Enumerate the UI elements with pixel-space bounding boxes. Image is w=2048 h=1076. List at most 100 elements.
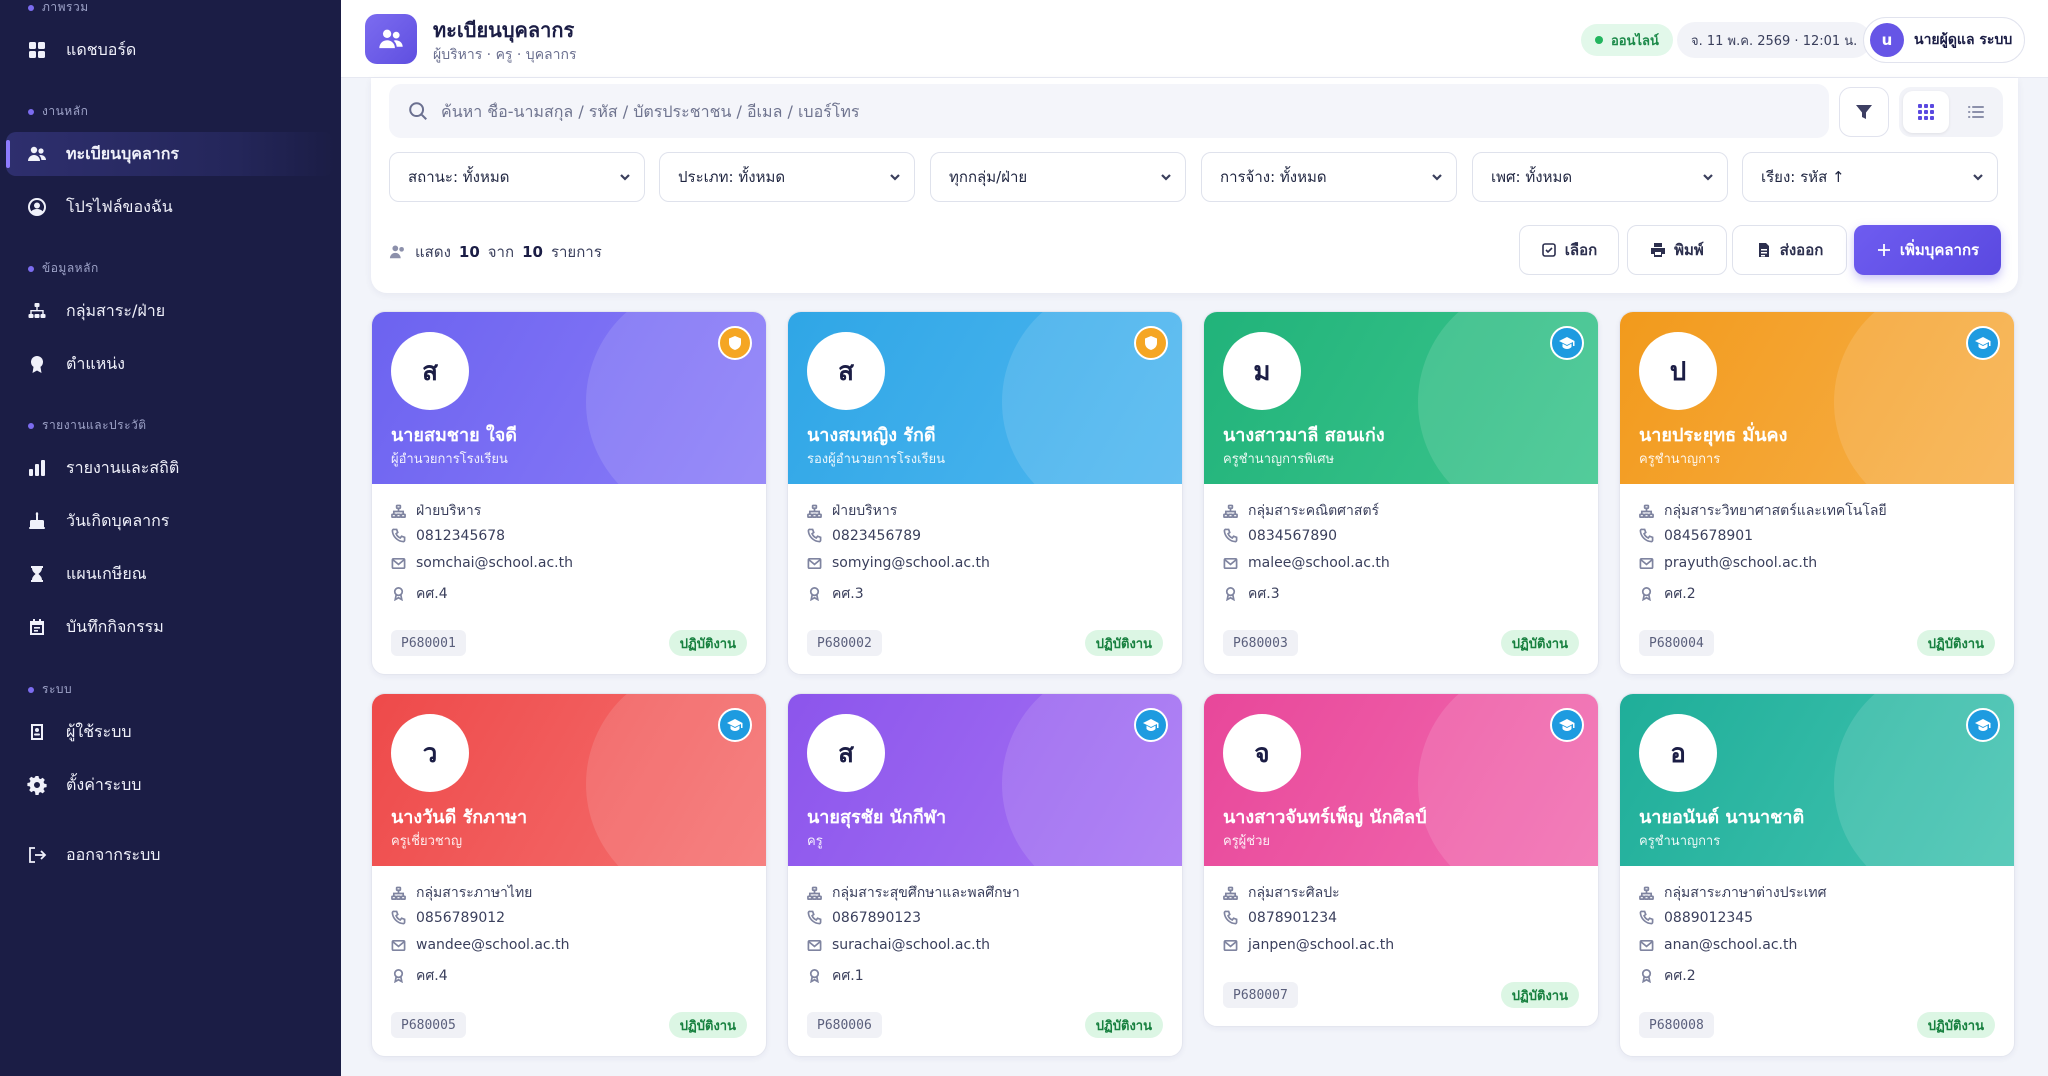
type-select[interactable]: ประเภท: ทั้งหมด <box>659 152 915 202</box>
card-name: นายสุรชัย นักกีฬา <box>807 807 947 828</box>
card-dept-value: กลุ่มสาระคณิตศาสตร์ <box>1248 503 1380 519</box>
status-badge: ปฏิบัติงาน <box>1084 630 1163 656</box>
card-header: สนายสมชาย ใจดี ผู้อำนวยการโรงเรียน <box>372 312 766 484</box>
card-body: กลุ่มสาระสุขศึกษาและพลศึกษา 0867890123 sur… <box>788 866 1182 1056</box>
list-view-button[interactable] <box>1953 91 1999 133</box>
card-email-value: wandee@school.ac.th <box>416 937 570 953</box>
phone-icon <box>1223 528 1238 543</box>
select-mode-button[interactable]: เลือก <box>1519 225 1619 275</box>
chevron-down-icon <box>1703 174 1713 181</box>
print-button[interactable]: พิมพ์ <box>1627 225 1727 275</box>
sidebar-item-activity-log[interactable]: บันทึกกิจกรรม <box>6 605 334 649</box>
card-phone: 0812345678 <box>391 528 505 544</box>
list-icon <box>1968 106 1984 118</box>
result-count: แสดง 10 จาก 10 รายการ <box>389 240 602 264</box>
select-value: ประเภท: ทั้งหมด <box>678 168 786 186</box>
card-email-value: anan@school.ac.th <box>1664 937 1798 953</box>
personnel-card[interactable]: วนางวันดี รักภาษา ครูเชี่ยวชาญ กลุ่มสาระภา… <box>371 693 767 1057</box>
card-code: P680003 <box>1223 630 1298 656</box>
button-label: เพิ่มบุคลากร <box>1899 241 1980 259</box>
filter-button[interactable] <box>1839 87 1889 137</box>
sidebar-item-logout[interactable]: ออกจากระบบ <box>6 833 334 877</box>
graduation-cap-icon <box>1966 708 2000 742</box>
card-dept-value: กลุ่มสาระภาษาต่างประเทศ <box>1664 885 1827 901</box>
select-value: ทุกกลุ่ม/ฝ่าย <box>949 168 1028 186</box>
status-badge: ออนไลน์ <box>1581 24 1673 56</box>
sidebar-item-dashboard[interactable]: แดชบอร์ด <box>6 28 334 72</box>
users-icon <box>389 245 404 259</box>
card-position: ครูผู้ช่วย <box>1223 834 1271 849</box>
status-select[interactable]: สถานะ: ทั้งหมด <box>389 152 645 202</box>
sidebar-item-my-profile[interactable]: โปรไฟล์ของฉัน <box>6 185 334 229</box>
gender-select[interactable]: เพศ: ทั้งหมด <box>1472 152 1728 202</box>
add-personnel-button[interactable]: เพิ่มบุคลากร <box>1854 225 2001 275</box>
personnel-card[interactable]: มนางสาวมาลี สอนเก่ง ครูชำนาญการพิเศษ กลุ่ม… <box>1203 311 1599 675</box>
graduation-cap-icon <box>1550 708 1584 742</box>
sidebar-item-departments[interactable]: กลุ่มสาระ/ฝ่าย <box>6 289 334 333</box>
phone-icon <box>807 910 822 925</box>
sort-select[interactable]: เรียง: รหัส ↑ <box>1742 152 1998 202</box>
phone-icon <box>1639 910 1654 925</box>
sidebar-item-label: โปรไฟล์ของฉัน <box>66 196 173 216</box>
card-phone-value: 0834567890 <box>1248 527 1338 544</box>
sidebar-section-system: ระบบ <box>28 680 72 699</box>
card-name: นายสมชาย ใจดี <box>391 425 517 446</box>
card-phone: 0823456789 <box>807 528 921 544</box>
avatar: ส <box>807 332 885 410</box>
card-email: somchai@school.ac.th <box>391 555 573 571</box>
card-dept: กลุ่มสาระภาษาไทย <box>391 882 532 904</box>
avatar: ว <box>391 714 469 792</box>
personnel-card[interactable]: ปนายประยุทธ มั่นคง ครูชำนาญการ กลุ่มสาระวิ… <box>1619 311 2015 675</box>
personnel-card[interactable]: สนายสุรชัย นักกีฬา ครู กลุ่มสาระสุขศึกษาแล… <box>787 693 1183 1057</box>
grid-view-button[interactable] <box>1903 91 1949 133</box>
online-dot-icon <box>1595 36 1603 44</box>
personnel-card[interactable]: จนางสาวจันทร์เพ็ญ นักศิลป์ ครูผู้ช่วย กลุ่… <box>1203 693 1599 1027</box>
card-position: ครูเชี่ยวชาญ <box>391 834 463 849</box>
card-header: สนางสมหญิง รักดี รองผู้อำนวยการโรงเรียน <box>788 312 1182 484</box>
button-label: พิมพ์ <box>1674 241 1704 259</box>
personnel-card[interactable]: สนางสมหญิง รักดี รองผู้อำนวยการโรงเรียน ฝ่… <box>787 311 1183 675</box>
card-position: ครู <box>807 834 823 849</box>
sidebar-item-users[interactable]: ผู้ใช้ระบบ <box>6 710 334 754</box>
search-input[interactable] <box>441 101 1741 121</box>
sidebar-item-birthdays[interactable]: วันเกิดบุคลากร <box>6 499 334 543</box>
select-value: เรียง: รหัส ↑ <box>1761 168 1845 186</box>
employment-select[interactable]: การจ้าง: ทั้งหมด <box>1201 152 1457 202</box>
card-phone: 0878901234 <box>1223 910 1337 926</box>
card-body: กลุ่มสาระวิทยาศาสตร์และเทคโนโลยี 08456789… <box>1620 484 2014 674</box>
sidebar-item-label: แดชบอร์ด <box>66 39 137 59</box>
card-position: ครูชำนาญการ <box>1639 834 1721 849</box>
card-name: นางสาวจันทร์เพ็ญ นักศิลป์ <box>1223 807 1427 828</box>
card-code: P680007 <box>1223 982 1298 1008</box>
card-email-value: somchai@school.ac.th <box>416 555 573 571</box>
file-export-icon <box>1758 243 1769 257</box>
card-name: นายอนันต์ นานาชาติ <box>1639 807 1805 828</box>
sidebar-section-label: งานหลัก <box>42 104 89 118</box>
card-phone-value: 0812345678 <box>416 527 506 544</box>
card-dept: กลุ่มสาระคณิตศาสตร์ <box>1223 500 1379 522</box>
card-rank-value: คศ.3 <box>1248 585 1280 602</box>
card-rank-value: คศ.2 <box>1664 585 1696 602</box>
sidebar-item-settings[interactable]: ตั้งค่าระบบ <box>6 763 334 807</box>
sidebar-item-reports[interactable]: รายงานและสถิติ <box>6 446 334 490</box>
award-icon <box>26 353 48 375</box>
graduation-cap-icon <box>1134 708 1168 742</box>
export-button[interactable]: ส่งออก <box>1732 225 1847 275</box>
user-menu[interactable]: u นายผู้ดูแล ระบบ <box>1863 17 2025 63</box>
logout-icon <box>26 844 48 866</box>
card-dept: กลุ่มสาระศิลปะ <box>1223 882 1340 904</box>
count-shown: 10 <box>458 243 480 261</box>
department-select[interactable]: ทุกกลุ่ม/ฝ่าย <box>930 152 1186 202</box>
personnel-card[interactable]: อนายอนันต์ นานาชาติ ครูชำนาญการ กลุ่มสาระภ… <box>1619 693 2015 1057</box>
sidebar-item-positions[interactable]: ตำแหน่ง <box>6 342 334 386</box>
card-body: ฝ่ายบริหาร 0812345678 somchai@school.ac.th… <box>372 484 766 674</box>
chevron-down-icon <box>1432 174 1442 181</box>
sidebar-item-personnel[interactable]: ทะเบียนบุคลากร <box>6 132 334 176</box>
personnel-card[interactable]: สนายสมชาย ใจดี ผู้อำนวยการโรงเรียน ฝ่ายบริ… <box>371 311 767 675</box>
sidebar-section-main: งานหลัก <box>28 102 88 121</box>
sitemap-icon <box>1223 886 1238 901</box>
sidebar-item-retirement[interactable]: แผนเกษียณ <box>6 552 334 596</box>
shield-icon <box>718 326 752 360</box>
card-body: กลุ่มสาระศิลปะ 0878901234 janpen@school.ac… <box>1204 866 1598 1026</box>
count-mid: จาก <box>487 243 515 261</box>
